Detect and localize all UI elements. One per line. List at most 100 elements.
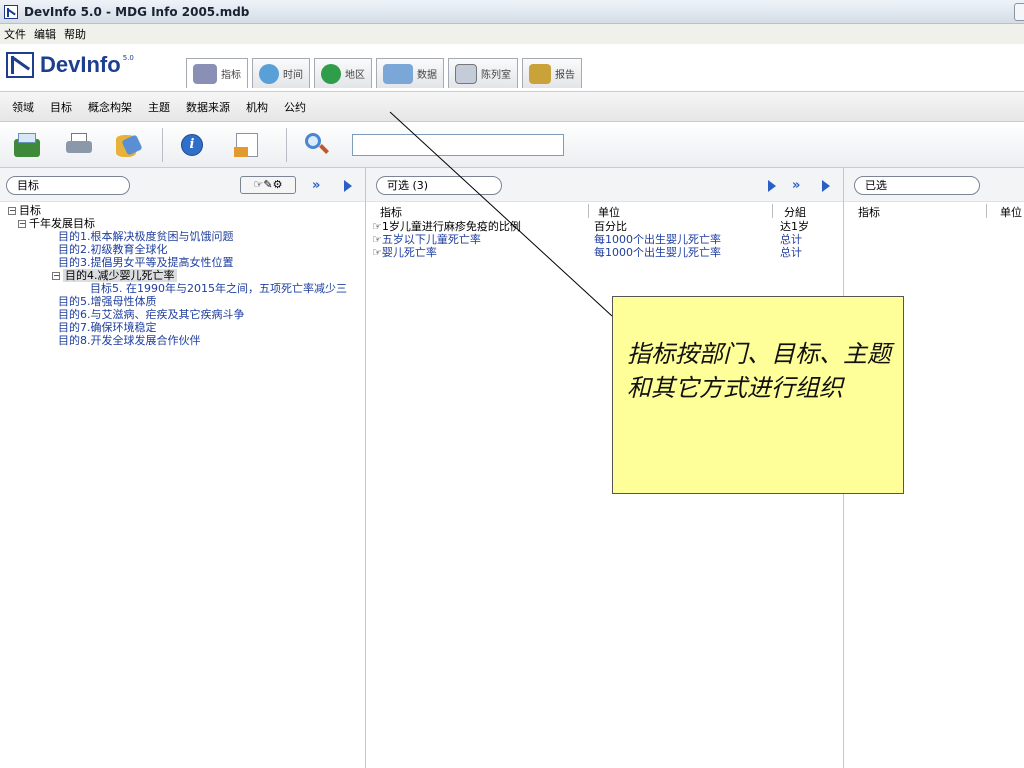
goal-panel-title-text: 目标 [17, 179, 39, 192]
tree-item-label: 目的5.增强母性体质 [58, 295, 157, 308]
collapse-icon[interactable]: − [8, 207, 16, 215]
hand-pointer-icon: ☞ [372, 246, 382, 259]
open-button[interactable] [12, 131, 42, 159]
tree-item[interactable]: − 千年发展目标 [8, 217, 364, 230]
tab-indicator[interactable]: 指标 [186, 58, 248, 88]
list-item[interactable]: ☞婴儿死亡率 每1000个出生婴儿死亡率 总计 [372, 246, 842, 259]
logo-bar: DevInfo 5.0 指标 时间 地区 数据 陈列室 报告 [0, 44, 1024, 92]
indicator-unit: 百分比 [594, 220, 627, 233]
printer-icon [66, 141, 92, 153]
logo-version: 5.0 [122, 54, 134, 62]
add-selected-icon[interactable] [344, 180, 352, 192]
tree-item-label: 目标5. 在1990年与2015年之间，五项死亡率减少三 [90, 282, 347, 295]
tree-item[interactable]: 目标5. 在1990年与2015年之间，五项死亡率减少三 [8, 282, 364, 295]
tree-item[interactable]: 目的5.增强母性体质 [8, 295, 364, 308]
globe-icon [321, 63, 341, 84]
indicator-unit: 每1000个出生婴儿死亡率 [594, 246, 721, 259]
move-all-icon[interactable]: » [792, 178, 800, 193]
classification-menu: 领域 目标 概念构架 主题 数据来源 机构 公约 [0, 92, 1024, 122]
info-icon: i [181, 134, 203, 156]
logo-text: DevInfo [40, 52, 121, 77]
search-input[interactable] [352, 134, 564, 156]
window-title: DevInfo 5.0 - MDG Info 2005.mdb [24, 4, 250, 19]
column-unit[interactable]: 单位 [598, 204, 620, 220]
report-icon [529, 63, 551, 84]
collapse-icon[interactable]: − [52, 272, 60, 280]
menu-sector[interactable]: 领域 [12, 99, 34, 115]
search-button[interactable] [302, 131, 332, 159]
tree-item[interactable]: − 目标 [8, 204, 364, 217]
menu-file[interactable]: 文件 [4, 26, 26, 42]
menu-edit[interactable]: 编辑 [34, 26, 56, 42]
tree-item[interactable]: 目的7.确保环境稳定 [8, 321, 364, 334]
info-button[interactable]: i [178, 131, 208, 159]
tab-report[interactable]: 报告 [522, 58, 582, 88]
goal-panel: 目标 ☞✎⚙ » − 目标 − 千年发展目标 目的1.根本解决极度贫困与饥饿问题 目… [0, 168, 366, 768]
column-group[interactable]: 分組 [784, 204, 806, 220]
magnifier-handle-icon [319, 144, 329, 154]
tree-item-label: 目的3.提倡男女平等及提高女性位置 [58, 256, 234, 269]
open-icon-sheet [18, 133, 36, 143]
tree-item[interactable]: 目的2.初级教育全球化 [8, 243, 364, 256]
tree-item[interactable]: 目的6.与艾滋病、疟疾及其它疾病斗争 [8, 308, 364, 321]
add-all-icon[interactable]: » [312, 178, 320, 193]
tree-item-label: 目的8.开发全球发展合作伙伴 [58, 334, 201, 347]
tree-item-selected[interactable]: − 目的4.减少婴儿死亡率 [8, 269, 364, 282]
available-panel-title-text: 可选 (3) [387, 179, 429, 192]
tree-item-label: 目标 [19, 204, 41, 217]
tree-item[interactable]: 目的8.开发全球发展合作伙伴 [8, 334, 364, 347]
tab-gallery[interactable]: 陈列室 [448, 58, 518, 88]
export-button[interactable] [232, 131, 262, 159]
data-icon [383, 63, 413, 84]
menu-source[interactable]: 数据来源 [186, 99, 230, 115]
column-unit[interactable]: 单位 [1000, 204, 1022, 220]
menu-goal[interactable]: 目标 [50, 99, 72, 115]
collapse-icon[interactable]: − [18, 220, 26, 228]
toolbar-separator [286, 128, 287, 162]
menu-institution[interactable]: 机构 [246, 99, 268, 115]
goal-tree: − 目标 − 千年发展目标 目的1.根本解决极度贫困与饥饿问题 目的2.初级教育全球… [8, 204, 364, 347]
tree-item-label: 目的4.减少婴儿死亡率 [63, 269, 177, 282]
menu-convention[interactable]: 公约 [284, 99, 306, 115]
tab-label: 指标 [221, 70, 241, 81]
list-item[interactable]: ☞五岁以下儿童死亡率 每1000个出生婴儿死亡率 总计 [372, 233, 842, 246]
tab-area[interactable]: 地区 [314, 58, 372, 88]
annotation-callout: 指标按部门、目标、主题和其它方式进行组织 [612, 296, 904, 494]
title-bar: DevInfo 5.0 - MDG Info 2005.mdb [0, 0, 1024, 24]
tab-label: 陈列室 [481, 70, 511, 81]
move-selected-icon[interactable] [768, 180, 776, 192]
move-right-icon[interactable] [822, 180, 830, 192]
menu-framework[interactable]: 概念构架 [88, 99, 132, 115]
column-divider [772, 204, 773, 218]
column-indicator[interactable]: 指标 [380, 204, 402, 220]
list-item[interactable]: ☞1岁儿童进行麻疹免疫的比例 百分比 达1岁 [372, 220, 842, 233]
column-indicator[interactable]: 指标 [858, 204, 880, 220]
print-button[interactable] [64, 131, 94, 159]
tree-item-label: 目的1.根本解决极度贫困与饥饿问题 [58, 230, 234, 243]
indicator-name: 1岁儿童进行麻疹免疫的比例 [381, 220, 521, 233]
window-control-button[interactable] [1014, 3, 1024, 21]
indicator-icon [193, 63, 217, 84]
tree-item-label: 目的6.与艾滋病、疟疾及其它疾病斗争 [58, 308, 245, 321]
hand-pointer-icon: ☞ [372, 233, 382, 246]
indicator-group: 达1岁 [780, 220, 809, 233]
tab-data[interactable]: 数据 [376, 58, 444, 88]
selected-panel-title-text: 已选 [865, 179, 887, 192]
available-panel-title: 可选 (3) [376, 176, 502, 195]
tree-item[interactable]: 目的1.根本解决极度贫困与饥饿问题 [8, 230, 364, 243]
tab-label: 报告 [555, 70, 575, 81]
callout-text: 指标按部门、目标、主题和其它方式进行组织 [627, 340, 891, 402]
tree-item-label: 目的2.初级教育全球化 [58, 243, 168, 256]
indicator-group: 总计 [780, 233, 802, 246]
filter-options-button[interactable]: ☞✎⚙ [240, 176, 296, 194]
database-button[interactable] [112, 131, 143, 159]
tab-time[interactable]: 时间 [252, 58, 310, 88]
indicator-list: ☞1岁儿童进行麻疹免疫的比例 百分比 达1岁 ☞五岁以下儿童死亡率 每1000个… [372, 220, 842, 259]
menu-theme[interactable]: 主题 [148, 99, 170, 115]
tree-item[interactable]: 目的3.提倡男女平等及提高女性位置 [8, 256, 364, 269]
menu-help[interactable]: 帮助 [64, 26, 86, 42]
selected-panel-title: 已选 [854, 176, 980, 195]
export-arrow-icon [234, 147, 248, 157]
menu-bar: 文件 编辑 帮助 [0, 24, 1024, 44]
clock-icon [259, 63, 279, 84]
